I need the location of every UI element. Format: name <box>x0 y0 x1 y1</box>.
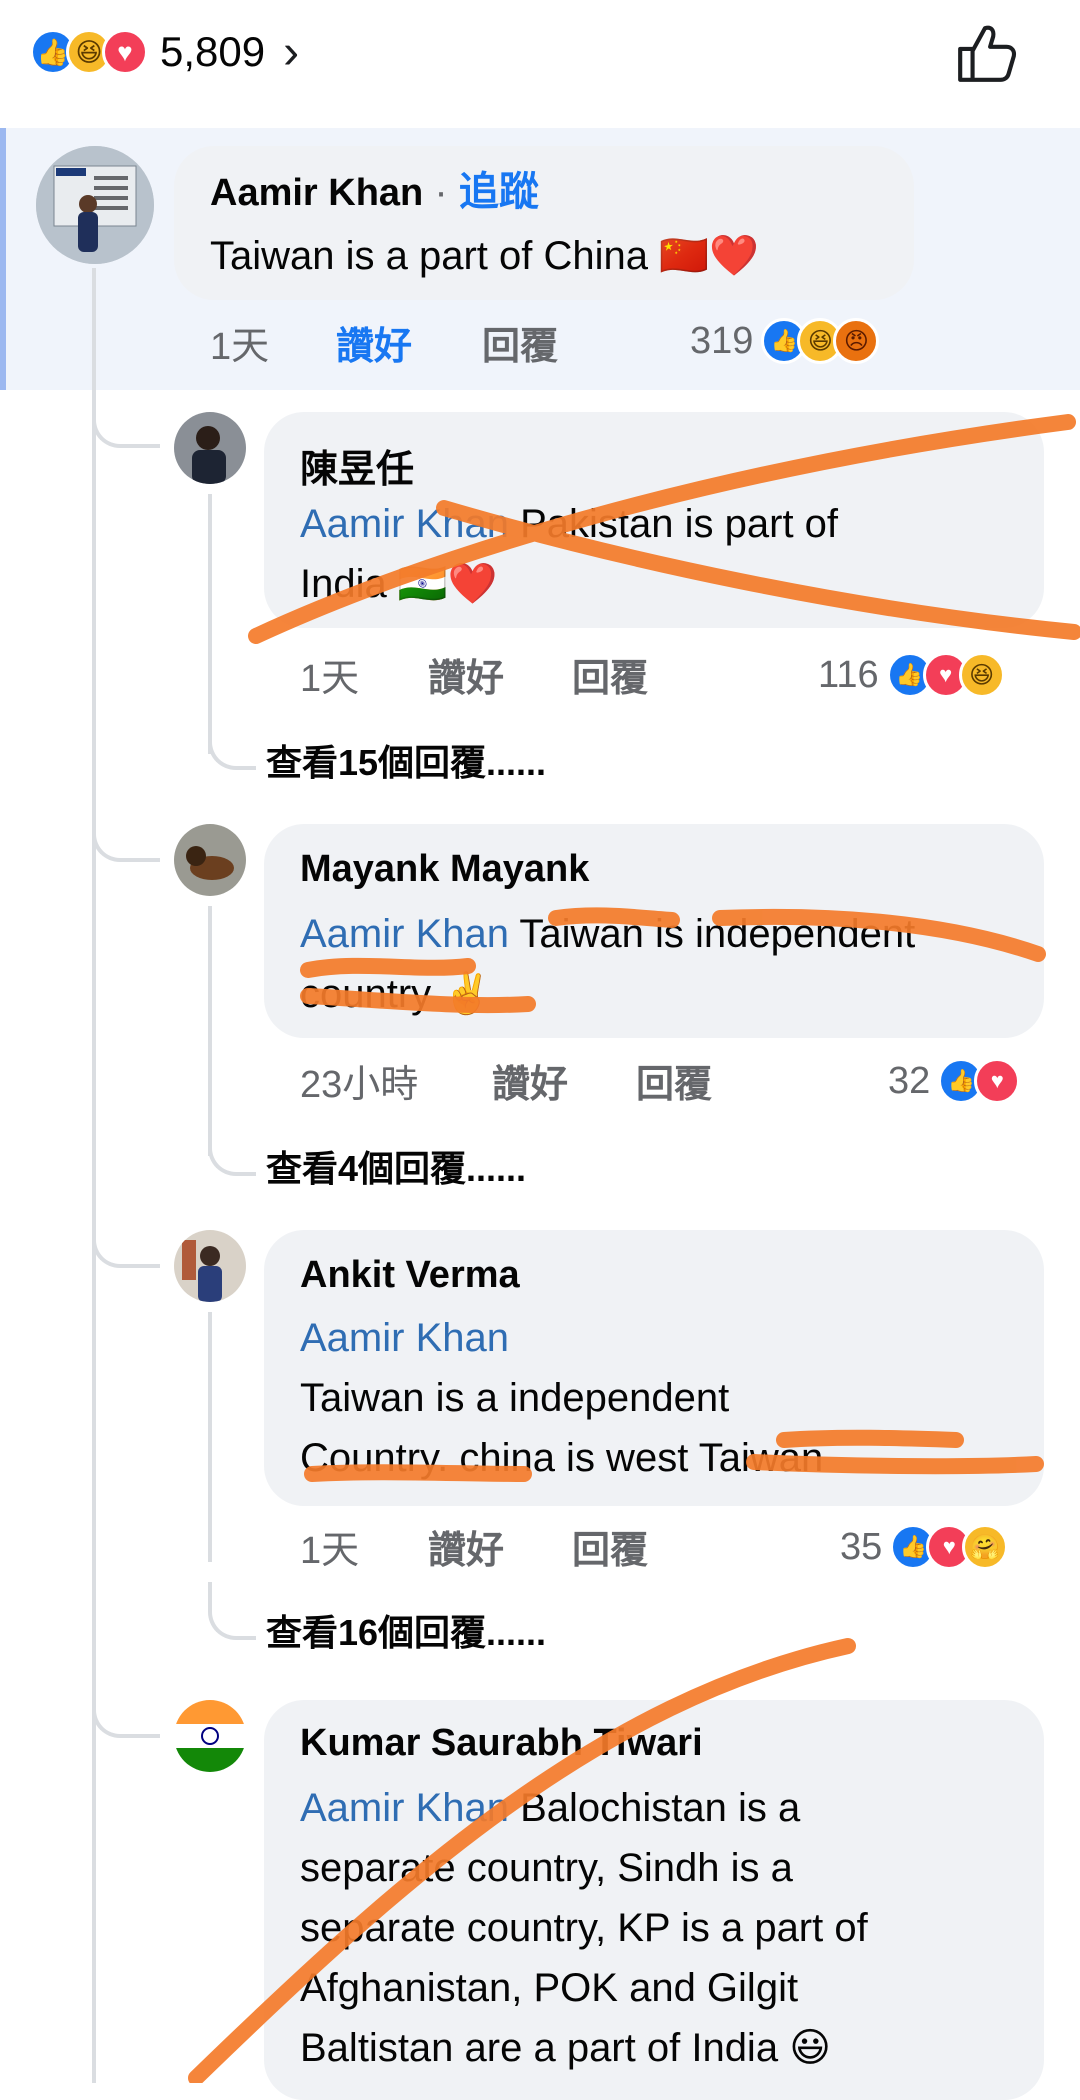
reply-2-author[interactable]: Mayank Mayank <box>300 848 589 891</box>
reply-4-line1: Balochistan is a <box>508 1786 801 1830</box>
view-more-replies-3[interactable]: 查看16個回覆...... <box>266 1608 546 1658</box>
mention-link[interactable]: Aamir Khan <box>300 1316 509 1360</box>
reply-1-reactions[interactable]: 116 👍 ♥ 😆 <box>818 652 1005 698</box>
reply-4-line2: separate country, Sindh is a <box>300 1846 793 1890</box>
main-comment-text-row: Taiwan is a part of China 🇨🇳❤️ <box>210 226 759 286</box>
reply-3-line1: Taiwan is a independent <box>300 1376 730 1420</box>
reply-3-text: Aamir Khan Taiwan is a independent Count… <box>300 1308 1020 1488</box>
like-button-icon[interactable] <box>954 20 1020 86</box>
reply-3-like-button[interactable]: 讚好 <box>428 1526 504 1576</box>
reply-3-author[interactable]: Ankit Verma <box>300 1254 520 1297</box>
sub-thread-line <box>208 1312 212 1562</box>
author-name[interactable]: Aamir Khan <box>210 172 423 214</box>
reply-4-author[interactable]: Kumar Saurabh Tiwari <box>300 1722 703 1765</box>
sub-thread-elbow <box>208 1118 256 1176</box>
reply-2-reply-button[interactable]: 回覆 <box>636 1060 712 1110</box>
main-comment-meta: 1天 <box>210 322 269 372</box>
separator-dot: · <box>434 170 448 214</box>
reply-2-text: Aamir Khan Taiwan is independent country… <box>300 904 1020 1024</box>
main-comment-emoji: 🇨🇳❤️ <box>659 234 759 278</box>
haha-icon: 😆 <box>958 652 1005 698</box>
reply-4-line4: Afghanistan, POK and Gilgit <box>300 1966 799 2010</box>
avatar-reply-3[interactable] <box>174 1230 246 1302</box>
reply-1-reply-button[interactable]: 回覆 <box>572 654 648 704</box>
love-icon: ♥ <box>102 29 148 75</box>
reply-3-reactions[interactable]: 35 👍 ♥ 🤗 <box>840 1524 1009 1570</box>
reply-2-line1: Taiwan is independent <box>508 912 916 956</box>
reply-4-line5: Baltistan are a part of India <box>300 2026 779 2070</box>
reply-2-time: 23小時 <box>300 1064 419 1106</box>
comment-time: 1天 <box>210 326 270 368</box>
avatar-aamir-khan[interactable] <box>36 146 154 264</box>
mention-link[interactable]: Aamir Khan <box>300 912 509 956</box>
reply-2-line2: country <box>300 972 432 1016</box>
reaction-count: 319 <box>690 319 754 362</box>
reply-4-text: Aamir Khan Balochistan is a separate cou… <box>300 1778 1040 2078</box>
reply-1-text: Aamir Khan Pakistan is part of India 🇮🇳❤… <box>300 494 1020 614</box>
thread-elbow <box>92 800 160 862</box>
reply-2-reactions[interactable]: 32 👍 ♥ <box>888 1058 1021 1104</box>
reply-3-time: 1天 <box>300 1530 360 1572</box>
reply-3-line2: Country. china is west Taiwan <box>300 1436 824 1480</box>
reaction-count: 116 <box>818 653 879 696</box>
main-comment-text: Taiwan is a part of China <box>210 234 649 278</box>
reply-2-emoji: ✌️ <box>442 972 493 1016</box>
reply-3-reply-button[interactable]: 回覆 <box>572 1526 648 1576</box>
thread-elbow <box>92 390 160 448</box>
reaction-count: 35 <box>840 1525 883 1568</box>
main-comment-reactions[interactable]: 319 👍 😆 😠 <box>690 318 880 364</box>
avatar-reply-1[interactable] <box>174 412 246 484</box>
main-comment-header: Aamir Khan · 追蹤 <box>210 166 539 218</box>
like-comment-button[interactable]: 讚好 <box>336 322 412 372</box>
reply-1-line2: India <box>300 562 387 606</box>
love-icon: ♥ <box>974 1058 1021 1104</box>
thread-elbow <box>92 1206 160 1268</box>
avatar-reply-4-india-flag[interactable] <box>174 1700 246 1772</box>
thread-elbow <box>92 1676 160 1738</box>
reply-1-line1: Pakistan is part of <box>508 502 839 546</box>
reaction-count: 32 <box>888 1059 931 1102</box>
avatar-reply-2[interactable] <box>174 824 246 896</box>
mention-link[interactable]: Aamir Khan <box>300 502 509 546</box>
reaction-total: 5,809 <box>160 28 266 75</box>
reply-4-line3: separate country, KP is a part of <box>300 1906 868 1950</box>
view-more-replies-1[interactable]: 查看15個回覆...... <box>266 738 546 788</box>
mention-link[interactable]: Aamir Khan <box>300 1786 509 1830</box>
angry-icon: 😠 <box>833 318 880 364</box>
reply-1-time: 1天 <box>300 658 360 700</box>
thread-line <box>92 268 96 2083</box>
reply-comment-button[interactable]: 回覆 <box>482 322 558 372</box>
sub-thread-elbow <box>208 712 256 770</box>
reaction-summary[interactable]: 👍 😆 ♥ 5,809 › <box>30 22 299 82</box>
reply-2-like-button[interactable]: 讚好 <box>492 1060 568 1110</box>
reply-1-like-button[interactable]: 讚好 <box>428 654 504 704</box>
view-more-replies-2[interactable]: 查看4個回覆...... <box>266 1144 526 1194</box>
sub-thread-elbow <box>208 1582 256 1640</box>
reply-1-author[interactable]: 陳昱任 <box>300 438 414 493</box>
reply-1-emoji: 🇮🇳❤️ <box>397 562 498 606</box>
care-icon: 🤗 <box>962 1524 1009 1570</box>
highlight-edge <box>0 128 6 390</box>
chevron-right-icon: › <box>283 25 300 79</box>
follow-link[interactable]: 追蹤 <box>459 170 539 214</box>
reply-4-emoji: 😃 <box>789 2026 831 2070</box>
